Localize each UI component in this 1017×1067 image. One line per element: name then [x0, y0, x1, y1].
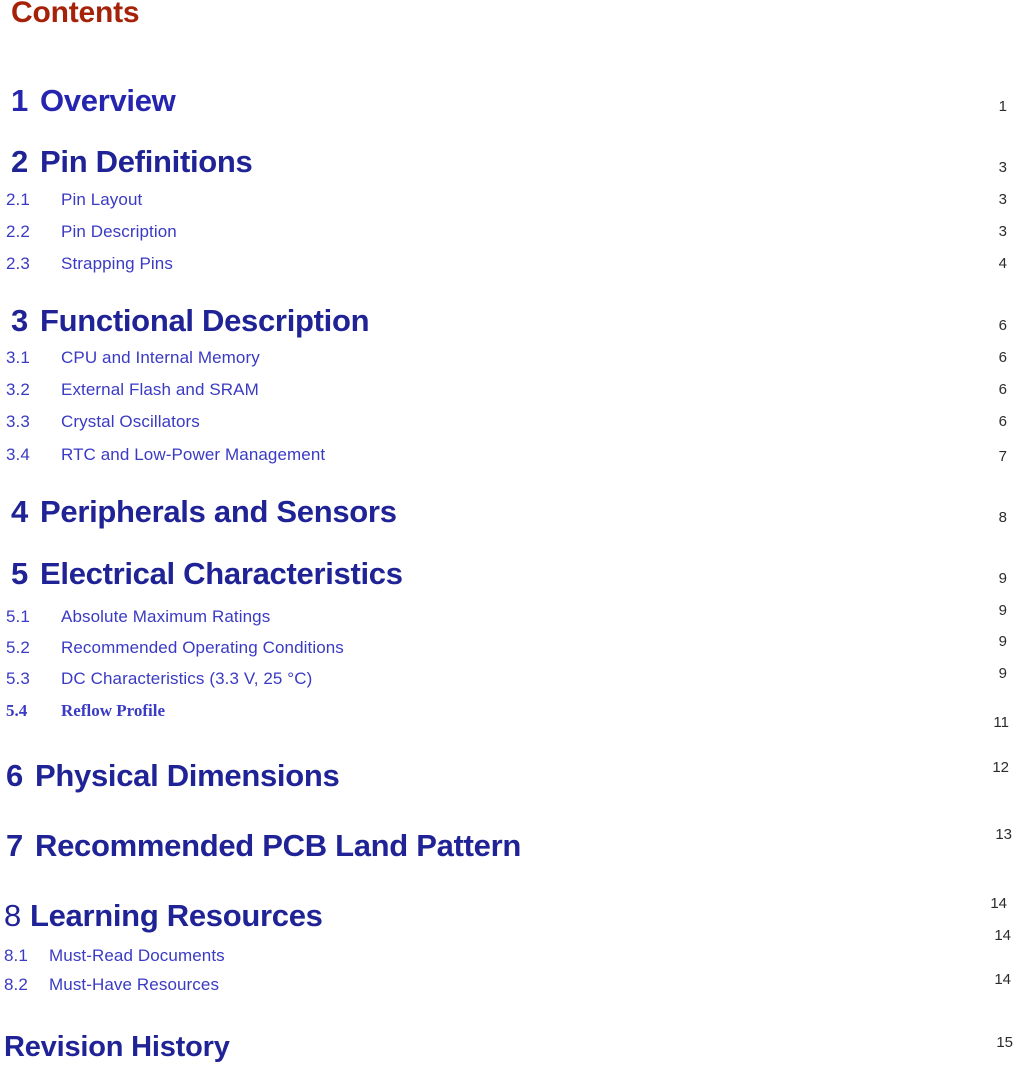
toc-entry-link[interactable]: 2.2 Pin Description	[6, 222, 177, 242]
toc-entry-number: 2.1	[6, 190, 30, 209]
toc-entry-number: 5.4	[6, 701, 28, 720]
toc-entry-link[interactable]: 5 Electrical Characteristics	[11, 556, 403, 592]
toc-entry-number: 4	[11, 494, 28, 529]
toc-page-number: 3	[998, 223, 1007, 240]
toc-page-number: 9	[998, 665, 1007, 682]
toc-entry-link[interactable]: 8.1 Must-Read Documents	[4, 946, 225, 966]
toc-entry-number: 5.3	[6, 669, 30, 688]
toc-entry-link[interactable]: 5.3 DC Characteristics (3.3 V, 25 °C)	[6, 669, 312, 689]
toc-entry-link[interactable]: 2.1 Pin Layout	[6, 190, 142, 210]
toc-entry-title: Strapping Pins	[61, 254, 173, 273]
toc-entry-title: Pin Definitions	[40, 144, 253, 179]
toc-entry-number: 3.4	[6, 445, 30, 464]
toc-entry-number: 2.2	[6, 222, 30, 241]
toc-entry-title: Peripherals and Sensors	[40, 494, 397, 529]
toc-entry-title: Recommended Operating Conditions	[61, 638, 344, 657]
toc-page-number: 3	[998, 191, 1007, 208]
toc-page-number: 6	[998, 317, 1007, 334]
toc-entry-title: Functional Description	[40, 303, 370, 338]
toc-page-number: 13	[995, 826, 1012, 843]
toc-entry-link[interactable]: 6 Physical Dimensions	[6, 758, 340, 794]
toc-page-number: 3	[998, 159, 1007, 176]
toc-entry-number: 6	[6, 758, 23, 793]
toc-page-number: 9	[998, 602, 1007, 619]
toc-entry-title: RTC and Low-Power Management	[61, 445, 326, 464]
toc-entry-number: 1	[11, 83, 28, 118]
toc-entry-title: Pin Description	[61, 222, 177, 241]
toc-page-number: 7	[998, 448, 1007, 465]
toc-entry-link[interactable]: 8 Learning Resources	[4, 898, 323, 934]
toc-page-number: 14	[994, 927, 1011, 944]
page-title: Contents	[11, 0, 140, 29]
toc-entry-link[interactable]: 1 Overview	[11, 83, 176, 119]
toc-entry-number: 5	[11, 556, 28, 591]
toc-page-number: 11	[993, 714, 1009, 731]
toc-entry-title: Physical Dimensions	[35, 758, 340, 793]
toc-entry-number: 8.1	[4, 946, 28, 965]
toc-entry-title: Recommended PCB Land Pattern	[35, 828, 521, 863]
toc-entry-title: Reflow Profile	[61, 701, 166, 720]
toc-entry-link[interactable]: 3.1 CPU and Internal Memory	[6, 348, 260, 368]
toc-entry-title: External Flash and SRAM	[61, 380, 259, 399]
toc-entry-link[interactable]: 2.3 Strapping Pins	[6, 254, 173, 274]
toc-entry-link[interactable]: 3.4 RTC and Low-Power Management	[6, 445, 325, 465]
toc-entry-number: 5.1	[6, 607, 30, 626]
toc-entry-title: Electrical Characteristics	[40, 556, 403, 591]
toc-entry-link[interactable]: Revision History	[4, 1031, 230, 1064]
toc-page-number: 8	[998, 509, 1007, 526]
toc-entry-link[interactable]: 3.3 Crystal Oscillators	[6, 412, 200, 432]
toc-entry-title: DC Characteristics (3.3 V, 25 °C)	[61, 669, 313, 688]
toc-page-number: 14	[994, 971, 1011, 988]
toc-entry-link[interactable]: 7 Recommended PCB Land Pattern	[6, 828, 521, 864]
toc-page-number: 14	[990, 895, 1007, 912]
toc-entry-number: 8.2	[4, 975, 28, 994]
toc-entry-link[interactable]: 5.1 Absolute Maximum Ratings	[6, 607, 270, 627]
toc-page-number: 1	[998, 98, 1007, 115]
toc-entry-link[interactable]: 2 Pin Definitions	[11, 144, 253, 180]
toc-entry-title: Crystal Oscillators	[61, 412, 200, 431]
toc-entry-link[interactable]: 4 Peripherals and Sensors	[11, 494, 397, 530]
toc-page-number: 4	[998, 255, 1007, 272]
toc-entry-title: Absolute Maximum Ratings	[61, 607, 271, 626]
toc-entry-number: 7	[6, 828, 23, 863]
toc-entry-number: 3.1	[6, 348, 30, 367]
toc-entry-number: 3	[11, 303, 28, 338]
toc-entry-number: 2.3	[6, 254, 30, 273]
toc-entry-link[interactable]: 5.2 Recommended Operating Conditions	[6, 638, 344, 658]
toc-entry-number: 8	[4, 898, 21, 933]
toc-page-number: 9	[998, 633, 1007, 650]
toc-page-number: 9	[998, 570, 1007, 587]
toc-entry-link[interactable]: 5.4 Reflow Profile	[6, 701, 165, 721]
toc-entry-number: 2	[11, 144, 28, 179]
toc-entry-title: Overview	[40, 83, 176, 118]
toc-page-number: 6	[998, 349, 1007, 366]
toc-entry-title: Pin Layout	[61, 190, 143, 209]
toc-entry-title: Must-Have Resources	[49, 975, 220, 994]
toc-entry-title: Learning Resources	[29, 898, 323, 933]
toc-entry-number: 3.2	[6, 380, 30, 399]
toc-page-number: 6	[998, 381, 1007, 398]
toc-entry-number: 3.3	[6, 412, 30, 431]
toc-entry-title: Revision History	[4, 1031, 230, 1063]
toc-page-number: 12	[992, 759, 1009, 776]
toc-entry-link[interactable]: 3.2 External Flash and SRAM	[6, 380, 259, 400]
toc-entry-link[interactable]: 3 Functional Description	[11, 303, 370, 339]
toc-entry-number: 5.2	[6, 638, 30, 657]
toc-page-number: 6	[998, 413, 1007, 430]
toc-entry-link[interactable]: 8.2 Must-Have Resources	[4, 975, 219, 995]
toc-page-number: 15	[996, 1034, 1013, 1051]
toc-entry-title: CPU and Internal Memory	[61, 348, 260, 367]
toc-entry-title: Must-Read Documents	[49, 946, 225, 965]
